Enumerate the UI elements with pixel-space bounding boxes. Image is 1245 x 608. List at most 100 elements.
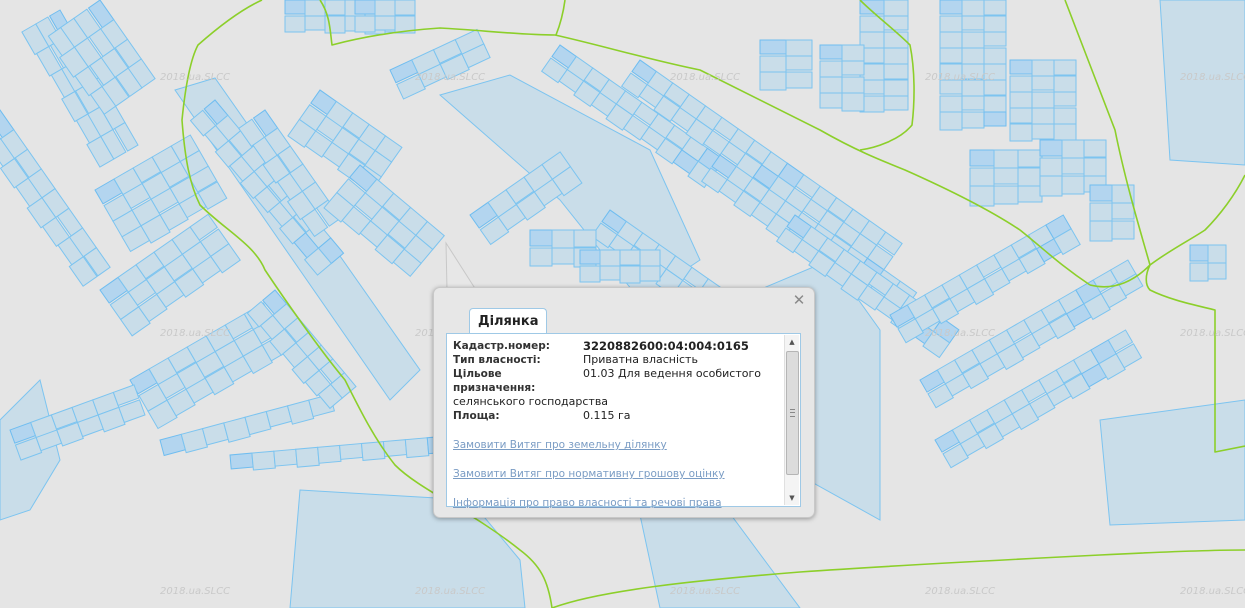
parcel[interactable] — [785, 55, 813, 71]
parcel[interactable] — [1053, 75, 1077, 94]
parcel[interactable] — [841, 60, 865, 76]
parcel[interactable] — [1031, 123, 1055, 140]
parcel[interactable] — [819, 44, 843, 60]
parcel[interactable] — [360, 441, 386, 461]
popup-scrollbar[interactable]: ▲ ▼ — [784, 335, 799, 505]
parcel[interactable] — [993, 185, 1019, 205]
parcel[interactable] — [1009, 107, 1033, 124]
parcel[interactable] — [339, 442, 364, 460]
parcel[interactable] — [883, 79, 909, 98]
parcel[interactable] — [1031, 59, 1055, 78]
parcel[interactable] — [1111, 202, 1135, 220]
parcel[interactable] — [841, 44, 865, 63]
parcel[interactable] — [939, 31, 963, 51]
parcel[interactable] — [1061, 157, 1085, 175]
parcel[interactable] — [939, 95, 963, 113]
parcel[interactable] — [993, 149, 1019, 170]
parcel[interactable] — [404, 437, 430, 459]
parcel[interactable] — [304, 15, 326, 31]
parcel[interactable] — [841, 92, 865, 112]
parcel[interactable] — [229, 452, 254, 470]
parcel[interactable] — [1111, 220, 1135, 240]
parcel[interactable] — [1189, 244, 1209, 262]
parcel[interactable] — [1039, 139, 1063, 157]
parcel[interactable] — [939, 15, 963, 33]
parcel[interactable] — [354, 0, 376, 15]
parcel[interactable] — [1053, 91, 1077, 107]
ownership-rights-info-link[interactable]: Інформація про право власності та речові… — [453, 496, 778, 510]
parcel[interactable] — [284, 15, 306, 33]
parcel[interactable] — [961, 31, 985, 49]
parcel[interactable] — [1009, 75, 1033, 93]
parcel[interactable] — [785, 39, 813, 58]
parcel[interactable] — [273, 448, 298, 467]
parcel[interactable] — [284, 0, 306, 15]
parcel[interactable] — [1053, 123, 1077, 143]
parcel[interactable] — [579, 265, 601, 283]
parcel[interactable] — [785, 71, 813, 89]
parcel[interactable] — [1061, 139, 1085, 160]
parcel[interactable] — [819, 60, 843, 78]
parcel[interactable] — [1207, 262, 1227, 280]
parcel[interactable] — [819, 76, 843, 96]
parcel[interactable] — [599, 249, 621, 268]
parcel[interactable] — [969, 149, 995, 167]
parcel[interactable] — [1009, 59, 1033, 75]
parcel[interactable] — [599, 265, 621, 281]
parcel[interactable] — [1031, 91, 1055, 109]
parcel[interactable] — [619, 265, 641, 284]
parcel[interactable] — [1083, 157, 1107, 178]
parcel[interactable] — [374, 15, 396, 31]
parcel[interactable] — [639, 265, 661, 282]
parcel[interactable] — [529, 247, 553, 267]
parcel[interactable] — [759, 71, 787, 91]
parcel[interactable] — [295, 446, 320, 468]
parcel[interactable] — [961, 111, 985, 129]
parcel[interactable] — [1031, 75, 1055, 91]
parcel[interactable] — [983, 47, 1007, 65]
order-land-extract-link[interactable]: Замовити Витяг про земельну ділянку — [453, 438, 778, 452]
tab-parcel[interactable]: Ділянка — [469, 308, 548, 334]
parcel[interactable] — [1017, 185, 1043, 203]
scroll-down-arrow-icon[interactable]: ▼ — [785, 491, 799, 505]
parcel[interactable] — [883, 15, 909, 31]
parcel[interactable] — [939, 0, 963, 15]
parcel[interactable] — [619, 249, 641, 266]
parcel[interactable] — [983, 15, 1007, 34]
parcel[interactable] — [1189, 262, 1209, 282]
parcel[interactable] — [1083, 139, 1107, 158]
parcel[interactable] — [551, 247, 575, 265]
parcel[interactable] — [883, 63, 909, 80]
parcel[interactable] — [983, 31, 1007, 47]
order-valuation-extract-link[interactable]: Замовити Витяг про нормативну грошову оц… — [453, 467, 778, 481]
parcel[interactable] — [1207, 244, 1227, 265]
parcel[interactable] — [394, 0, 416, 16]
close-icon[interactable]: ✕ — [792, 293, 806, 308]
parcel[interactable] — [961, 95, 985, 111]
parcel[interactable] — [961, 15, 985, 31]
parcel[interactable] — [1039, 175, 1063, 197]
parcel[interactable] — [251, 450, 276, 471]
parcel[interactable] — [579, 249, 601, 265]
parcel[interactable] — [1009, 123, 1033, 142]
parcel[interactable] — [939, 111, 963, 131]
scroll-thumb[interactable] — [786, 351, 799, 475]
parcel[interactable] — [354, 15, 376, 33]
parcel[interactable] — [819, 92, 843, 109]
parcel[interactable] — [759, 39, 787, 55]
parcel[interactable] — [573, 229, 597, 248]
parcel[interactable] — [551, 229, 575, 250]
parcel[interactable] — [983, 111, 1007, 127]
parcel[interactable] — [883, 95, 909, 111]
parcel[interactable] — [1039, 157, 1063, 177]
parcel[interactable] — [993, 167, 1019, 185]
parcel[interactable] — [1031, 107, 1055, 127]
parcel[interactable] — [983, 95, 1007, 114]
parcel[interactable] — [529, 229, 553, 247]
parcel[interactable] — [961, 47, 985, 67]
parcel[interactable] — [1053, 107, 1077, 125]
parcel[interactable] — [1089, 202, 1113, 222]
parcel[interactable] — [961, 0, 985, 18]
parcel[interactable] — [1009, 91, 1033, 111]
parcel[interactable] — [983, 0, 1007, 16]
